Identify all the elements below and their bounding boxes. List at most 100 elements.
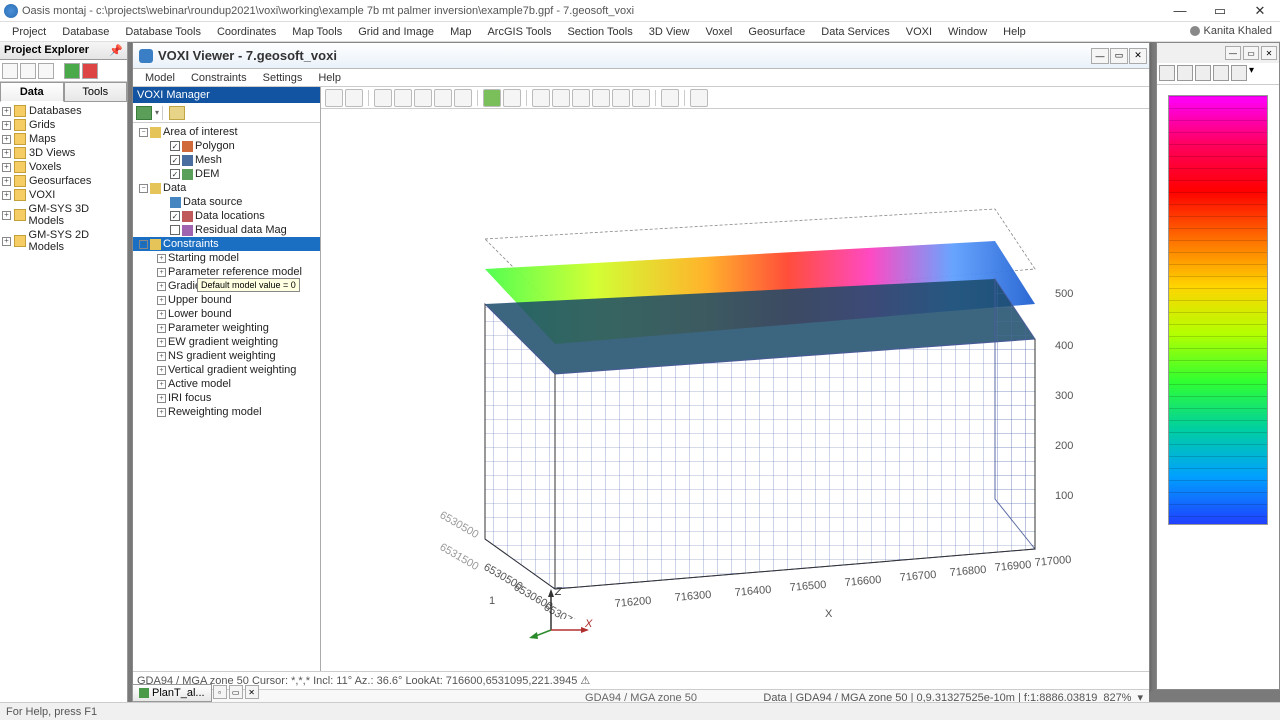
menu-section-tools[interactable]: Section Tools	[559, 24, 640, 40]
cb-tool-1[interactable]	[1159, 65, 1175, 81]
3d-canvas[interactable]: 500 400 300 200 100 716200 716300 716400…	[321, 109, 1149, 671]
tree-voxi[interactable]: +VOXI	[0, 188, 127, 202]
tree-aoi[interactable]: −Area of interest	[133, 125, 320, 139]
menu-map[interactable]: Map	[442, 24, 479, 40]
tool-zoom[interactable]	[394, 89, 412, 107]
tab-data[interactable]: Data	[0, 82, 64, 102]
tree-grids[interactable]: +Grids	[0, 118, 127, 132]
tool-rotate[interactable]	[374, 89, 392, 107]
tool-surface[interactable]	[483, 89, 501, 107]
tool-cube4[interactable]	[592, 89, 610, 107]
menu-grid-image[interactable]: Grid and Image	[350, 24, 442, 40]
menu-voxi[interactable]: VOXI	[898, 24, 940, 40]
tree-constraints[interactable]: −Constraints	[133, 237, 320, 251]
tool-refresh[interactable]	[690, 89, 708, 107]
menu-coordinates[interactable]: Coordinates	[209, 24, 284, 40]
tree-ns-weight[interactable]: +NS gradient weighting	[133, 349, 320, 363]
minimize-button[interactable]: —	[1160, 0, 1200, 22]
voxi-titlebar[interactable]: VOXI Viewer - 7.geosoft_voxi — ▭ ✕	[133, 43, 1149, 69]
checkbox[interactable]: ✓	[170, 141, 180, 151]
tree-ew-weight[interactable]: +EW gradient weighting	[133, 335, 320, 349]
tool-center[interactable]	[454, 89, 472, 107]
close-button[interactable]: ✕	[1240, 0, 1280, 22]
menu-database[interactable]: Database	[54, 24, 117, 40]
tool-nav[interactable]	[325, 89, 343, 107]
tool-globe[interactable]	[434, 89, 452, 107]
tool-extent[interactable]	[414, 89, 432, 107]
tab-max-button[interactable]: ▭	[229, 685, 243, 699]
checkbox[interactable]: ✓	[170, 169, 180, 179]
checkbox[interactable]	[170, 225, 180, 235]
voxi-min-button[interactable]: —	[1091, 48, 1109, 64]
tree-geosurfaces[interactable]: +Geosurfaces	[0, 174, 127, 188]
menu-arcgis[interactable]: ArcGIS Tools	[479, 24, 559, 40]
tree-maps[interactable]: +Maps	[0, 132, 127, 146]
voxi-menu-help[interactable]: Help	[310, 71, 349, 85]
tab-tools[interactable]: Tools	[64, 82, 128, 102]
menu-project[interactable]: Project	[4, 24, 54, 40]
maximize-button[interactable]: ▭	[1200, 0, 1240, 22]
tab-restore-button[interactable]: ▫	[213, 685, 227, 699]
pe-btn-1[interactable]	[2, 63, 18, 79]
tree-residual[interactable]: Residual data Mag	[133, 223, 320, 237]
pe-btn-3[interactable]	[38, 63, 54, 79]
tree-dem[interactable]: ✓DEM	[133, 167, 320, 181]
tree-databases[interactable]: +Databases	[0, 104, 127, 118]
voxi-menu-model[interactable]: Model	[137, 71, 183, 85]
checkbox[interactable]: ✓	[170, 155, 180, 165]
tree-voxels[interactable]: +Voxels	[0, 160, 127, 174]
menu-help[interactable]: Help	[995, 24, 1034, 40]
tree-vert-weight[interactable]: +Vertical gradient weighting	[133, 363, 320, 377]
menu-window[interactable]: Window	[940, 24, 995, 40]
checkbox[interactable]: ✓	[170, 211, 180, 221]
pe-play-button[interactable]	[64, 63, 80, 79]
tree-reweight[interactable]: +Reweighting model	[133, 405, 320, 419]
colorbar-min-button[interactable]: —	[1225, 46, 1241, 60]
tree-gradient[interactable]: +Gradient Default model value = 0	[133, 279, 320, 293]
mgr-folder-button[interactable]	[169, 106, 185, 120]
menu-voxel[interactable]: Voxel	[697, 24, 740, 40]
tree-lower-bound[interactable]: +Lower bound	[133, 307, 320, 321]
tree-mesh[interactable]: ✓Mesh	[133, 153, 320, 167]
tree-data[interactable]: −Data	[133, 181, 320, 195]
tree-iri-focus[interactable]: +IRI focus	[133, 391, 320, 405]
pe-btn-2[interactable]	[20, 63, 36, 79]
tree-3dviews[interactable]: +3D Views	[0, 146, 127, 160]
tool-snap[interactable]	[661, 89, 679, 107]
tree-gmsys2d[interactable]: +GM-SYS 2D Models	[0, 228, 127, 254]
colorbar-max-button[interactable]: ▭	[1243, 46, 1259, 60]
cb-tool-5[interactable]	[1231, 65, 1247, 81]
tree-param-weight[interactable]: +Parameter weighting	[133, 321, 320, 335]
tab-close-button[interactable]: ✕	[245, 685, 259, 699]
menu-map-tools[interactable]: Map Tools	[284, 24, 350, 40]
tool-layers[interactable]	[503, 89, 521, 107]
tree-starting-model[interactable]: +Starting model	[133, 251, 320, 265]
panel-pin-icon[interactable]: 📌	[109, 44, 123, 57]
tool-select[interactable]	[345, 89, 363, 107]
colorbar-close-button[interactable]: ✕	[1261, 46, 1277, 60]
tool-cube6[interactable]	[632, 89, 650, 107]
tree-data-source[interactable]: Data source	[133, 195, 320, 209]
tree-gmsys3d[interactable]: +GM-SYS 3D Models	[0, 202, 127, 228]
3d-viewport[interactable]: 500 400 300 200 100 716200 716300 716400…	[321, 87, 1149, 671]
mgr-run-button[interactable]	[136, 106, 152, 120]
menu-geosurface[interactable]: Geosurface	[740, 24, 813, 40]
tree-active-model[interactable]: +Active model	[133, 377, 320, 391]
cb-tool-2[interactable]	[1177, 65, 1193, 81]
menu-database-tools[interactable]: Database Tools	[117, 24, 209, 40]
tool-cube1[interactable]	[532, 89, 550, 107]
menu-data-services[interactable]: Data Services	[813, 24, 897, 40]
tool-cube2[interactable]	[552, 89, 570, 107]
tool-cube5[interactable]	[612, 89, 630, 107]
tree-data-locations[interactable]: ✓Data locations	[133, 209, 320, 223]
voxi-menu-settings[interactable]: Settings	[255, 71, 311, 85]
tree-polygon[interactable]: ✓Polygon	[133, 139, 320, 153]
menu-3dview[interactable]: 3D View	[641, 24, 698, 40]
tool-cube3[interactable]	[572, 89, 590, 107]
tree-param-ref[interactable]: +Parameter reference model	[133, 265, 320, 279]
pe-stop-button[interactable]	[82, 63, 98, 79]
doc-tab[interactable]: PlanT_al...	[132, 684, 212, 702]
cb-tool-3[interactable]	[1195, 65, 1211, 81]
voxi-close-button[interactable]: ✕	[1129, 48, 1147, 64]
tree-upper-bound[interactable]: +Upper bound	[133, 293, 320, 307]
